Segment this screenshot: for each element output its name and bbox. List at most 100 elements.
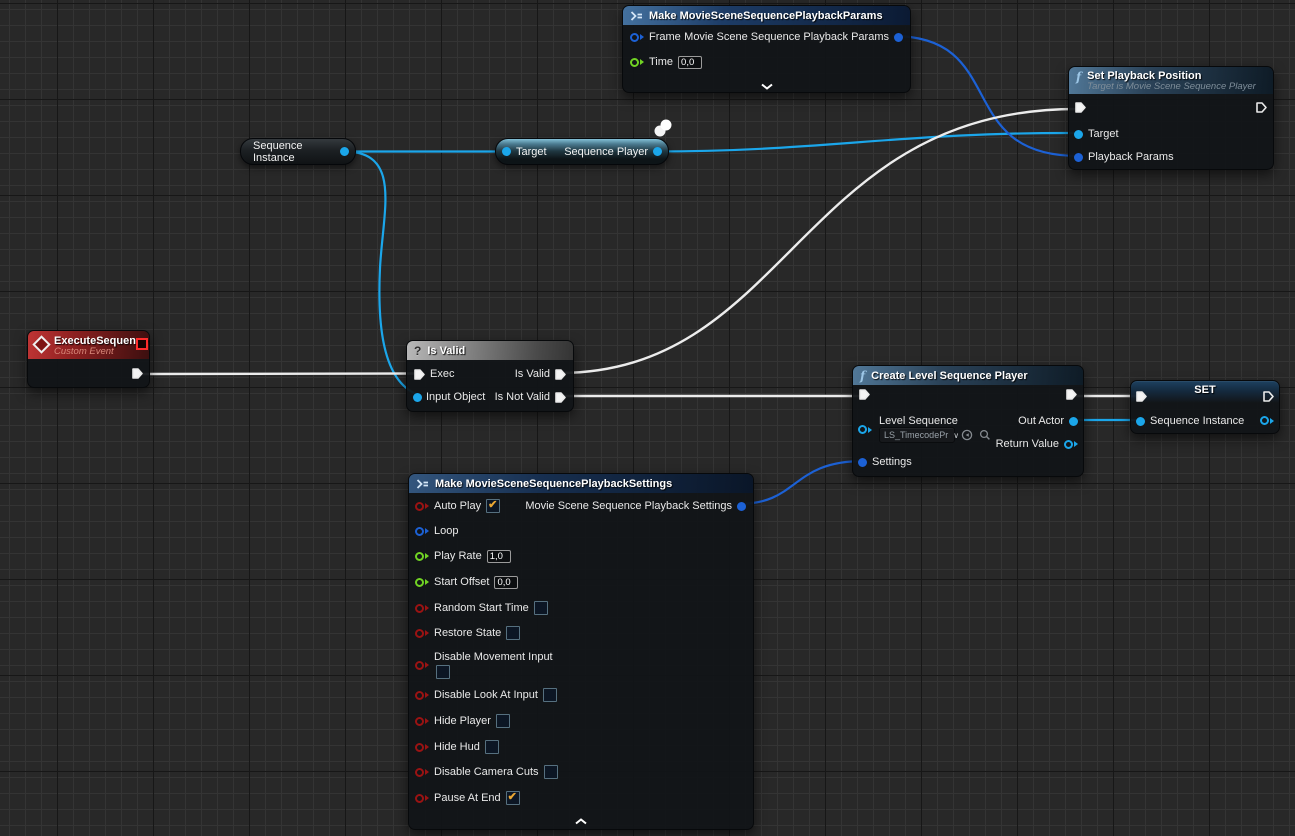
playback-params-pin[interactable]: [1074, 153, 1083, 162]
is-valid-exec-pin[interactable]: [554, 368, 567, 381]
sequence-instance-in-pin[interactable]: [1136, 417, 1145, 426]
disable-look-at-input-checkbox[interactable]: [543, 688, 557, 702]
node-title: SET: [1131, 384, 1279, 396]
chevron-down-icon: ∨: [953, 431, 959, 440]
pin-label: Hide Player: [434, 715, 491, 727]
loop-pin[interactable]: [415, 527, 429, 536]
pin-label: Is Not Valid: [495, 391, 550, 403]
play-rate-input[interactable]: [487, 550, 511, 563]
pause-at-end-pin[interactable]: [415, 794, 429, 803]
make-struct-icon: [416, 479, 429, 489]
restore-state-checkbox[interactable]: [506, 626, 520, 640]
pin-row-params-output: Movie Scene Sequence Playback Params: [684, 28, 903, 46]
exec-in-pin[interactable]: [858, 388, 871, 401]
settings-pin[interactable]: [858, 458, 867, 467]
frame-pin[interactable]: [630, 33, 644, 42]
node-set-playback-position[interactable]: f Set Playback Position Target is Movie …: [1068, 66, 1274, 170]
level-sequence-pin[interactable]: [858, 425, 872, 434]
node-header[interactable]: f Create Level Sequence Player: [853, 366, 1083, 385]
node-header[interactable]: Make MovieSceneSequencePlaybackSettings: [409, 474, 753, 493]
browse-asset-icon[interactable]: [979, 429, 991, 441]
hide-hud-pin[interactable]: [415, 743, 429, 752]
node-create-level-sequence-player[interactable]: f Create Level Sequence Player Level Seq…: [852, 365, 1084, 477]
node-sequence-instance-get[interactable]: Sequence Instance: [240, 138, 356, 165]
sequence-instance-out-pin[interactable]: [340, 147, 349, 156]
delegate-pin[interactable]: [136, 338, 148, 350]
start-offset-pin[interactable]: [415, 578, 429, 587]
chevron-up-icon[interactable]: [575, 818, 587, 825]
node-header[interactable]: ExecuteSequence Custom Event: [28, 331, 149, 359]
play-rate-pin[interactable]: [415, 552, 429, 561]
disable-camera-cuts-checkbox[interactable]: [544, 765, 558, 779]
sequence-player-out-pin[interactable]: [653, 147, 662, 156]
exec-in-pin[interactable]: [413, 368, 426, 381]
return-value-pin[interactable]: [1064, 440, 1078, 449]
pin-row-settings: Settings: [858, 453, 912, 471]
hide-player-pin[interactable]: [415, 717, 429, 726]
auto-play-pin[interactable]: [415, 502, 429, 511]
pin-row-time: Time: [630, 53, 702, 71]
disable-camera-cuts-pin[interactable]: [415, 768, 429, 777]
node-header[interactable]: ? Is Valid: [407, 341, 573, 360]
variable-out-pin[interactable]: [1260, 416, 1274, 425]
node-get-sequence-player[interactable]: Target Sequence Player: [495, 138, 669, 165]
exec-in-pin[interactable]: [1074, 101, 1087, 114]
wire-sequence-player-to-target[interactable]: [649, 133, 1080, 152]
exec-out-pin[interactable]: [1065, 388, 1078, 401]
pin-label: Sequence Player: [564, 146, 648, 158]
is-not-valid-exec-pin[interactable]: [554, 391, 567, 404]
exec-out-pin[interactable]: [131, 367, 144, 380]
pin-row-restore-state: Restore State: [415, 624, 520, 642]
hide-hud-checkbox[interactable]: [485, 740, 499, 754]
settings-output-pin[interactable]: [737, 502, 746, 511]
exec-out-pin[interactable]: [1255, 101, 1268, 114]
pause-at-end-checkbox[interactable]: [506, 791, 520, 805]
node-make-playback-settings[interactable]: Make MovieSceneSequencePlaybackSettings …: [408, 473, 754, 830]
pin-label: Play Rate: [434, 550, 482, 562]
node-make-playback-params[interactable]: Make MovieSceneSequencePlaybackParams Fr…: [622, 5, 911, 93]
time-pin[interactable]: [630, 58, 644, 67]
pin-label: Auto Play: [434, 500, 481, 512]
blueprint-canvas[interactable]: Make MovieSceneSequencePlaybackParams Fr…: [0, 0, 1295, 836]
pin-label: Loop: [434, 525, 458, 537]
target-pin[interactable]: [502, 147, 511, 156]
disable-look-at-input-pin[interactable]: [415, 691, 429, 700]
out-actor-pin[interactable]: [1069, 417, 1078, 426]
auto-play-checkbox[interactable]: [486, 499, 500, 513]
restore-state-pin[interactable]: [415, 629, 429, 638]
level-sequence-dropdown[interactable]: LS_TimecodePr ∨: [879, 427, 955, 443]
chevron-down-icon[interactable]: [761, 83, 773, 90]
node-set-sequence-instance[interactable]: SET Sequence Instance: [1130, 380, 1280, 434]
pin-label: Exec: [430, 368, 454, 380]
node-header[interactable]: f Set Playback Position Target is Movie …: [1069, 67, 1273, 94]
node-is-valid[interactable]: ? Is Valid Exec Is Valid Input Object Is…: [406, 340, 574, 412]
pin-row-target: Target: [1074, 125, 1119, 143]
node-execute-sequence[interactable]: ExecuteSequence Custom Event: [27, 330, 150, 388]
random-start-time-checkbox[interactable]: [534, 601, 548, 615]
hide-player-checkbox[interactable]: [496, 714, 510, 728]
wire-event-to-isvalid[interactable]: [137, 374, 420, 375]
pin-row-disable-look-at-input: Disable Look At Input: [415, 686, 557, 704]
input-object-pin[interactable]: [413, 393, 422, 402]
exec-in-pin[interactable]: [1135, 390, 1148, 403]
pin-label: Target: [516, 146, 547, 158]
target-pin[interactable]: [1074, 130, 1083, 139]
wire-settings-to-create[interactable]: [738, 461, 864, 504]
disable-movement-input-checkbox[interactable]: [436, 665, 450, 679]
random-start-time-pin[interactable]: [415, 604, 429, 613]
params-output-pin[interactable]: [894, 33, 903, 42]
node-title: Make MovieSceneSequencePlaybackSettings: [435, 478, 672, 490]
pin-row-loop: Loop: [415, 522, 458, 540]
use-selected-icon[interactable]: [961, 429, 973, 441]
pin-label: Target: [1088, 128, 1119, 140]
node-title: Make MovieSceneSequencePlaybackParams: [649, 10, 883, 22]
pin-label: Disable Camera Cuts: [434, 766, 539, 778]
node-header[interactable]: Make MovieSceneSequencePlaybackParams: [623, 6, 910, 25]
pin-row-playback-params: Playback Params: [1074, 148, 1174, 166]
pin-row-frame: Frame: [630, 28, 681, 46]
pin-row-hide-player: Hide Player: [415, 712, 510, 730]
time-value-input[interactable]: [678, 56, 702, 69]
start-offset-input[interactable]: [494, 576, 518, 589]
exec-out-pin[interactable]: [1262, 390, 1275, 403]
disable-movement-input-pin[interactable]: [415, 661, 429, 670]
